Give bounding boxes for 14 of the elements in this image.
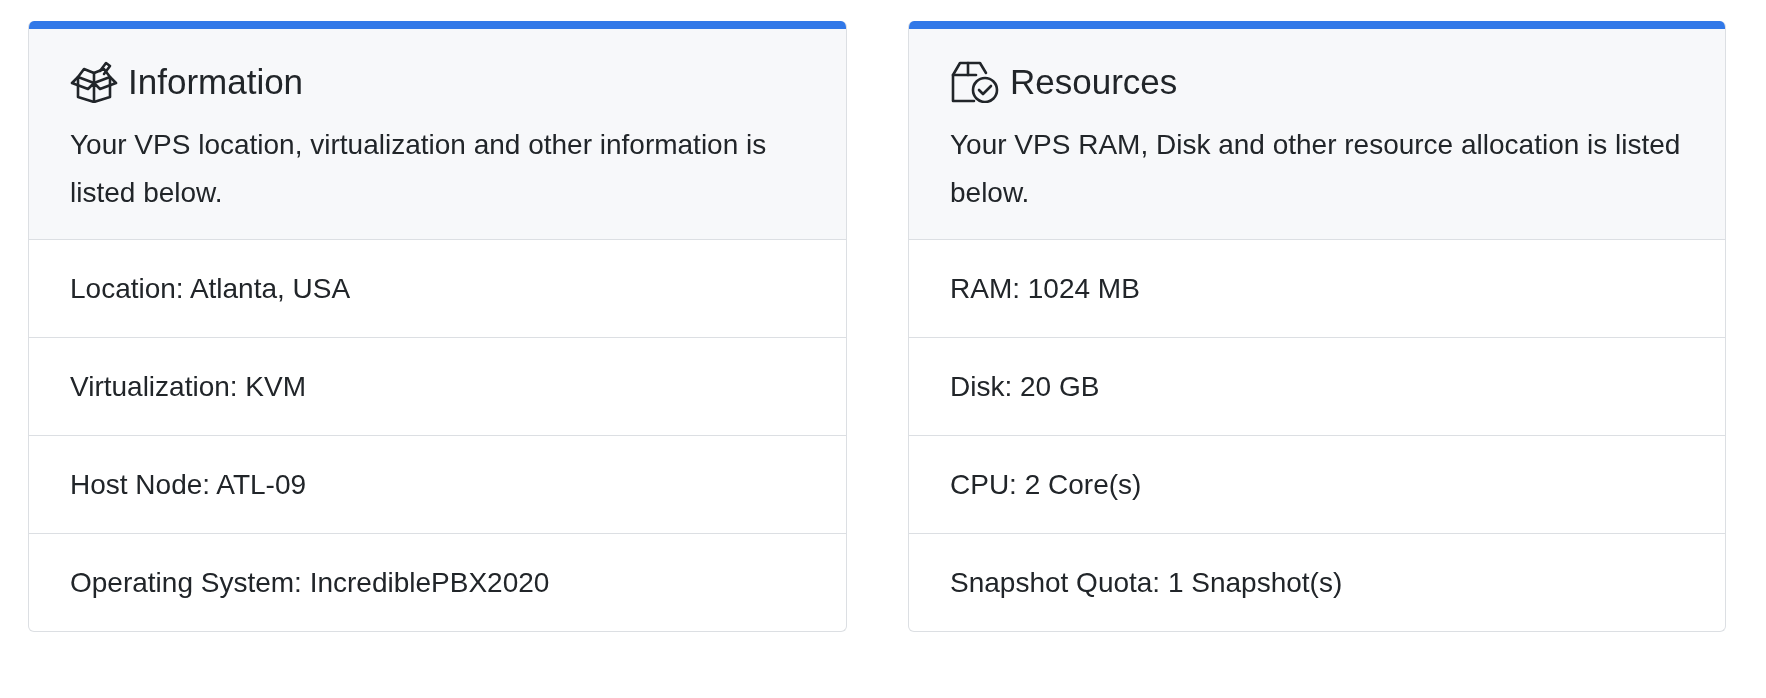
- info-row-text: Snapshot Quota: 1 Snapshot(s): [949, 565, 1344, 600]
- card-description: Your VPS location, virtualization and other information is listed below.: [70, 128, 768, 210]
- info-row: Disk: 20 GB: [909, 338, 1725, 436]
- info-row: Host Node: ATL-09: [29, 436, 846, 534]
- info-row: Location: Atlanta, USA: [29, 240, 846, 338]
- info-row: Virtualization: KVM: [29, 338, 846, 436]
- info-row-text: Operating System: IncrediblePBX2020: [69, 565, 551, 600]
- info-row: RAM: 1024 MB: [909, 240, 1725, 338]
- open-box-icon: [70, 61, 118, 103]
- box-check-icon: [950, 61, 1000, 103]
- card-title: Information: [128, 61, 304, 103]
- card-description: Your VPS RAM, Disk and other resource allocation is listed below.: [950, 128, 1682, 210]
- info-row: CPU: 2 Core(s): [909, 436, 1725, 534]
- card-title: Resources: [1010, 61, 1178, 103]
